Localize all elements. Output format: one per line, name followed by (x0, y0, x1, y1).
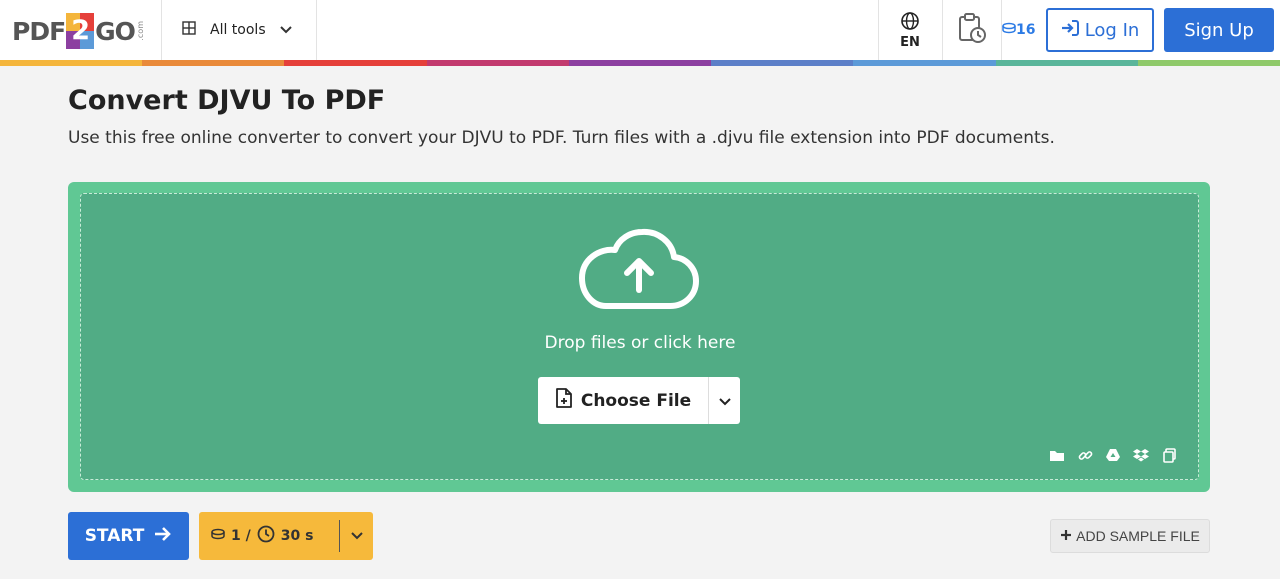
start-button[interactable]: START (68, 512, 189, 560)
clock-icon (257, 525, 275, 547)
cost-time: 30 s (280, 528, 314, 544)
language-selector[interactable]: EN (878, 0, 942, 60)
clipboard-icon[interactable] (1160, 446, 1178, 464)
cloud-upload-icon (576, 228, 702, 314)
choose-file-label: Choose File (580, 390, 692, 411)
language-label: EN (900, 34, 920, 50)
globe-icon (900, 11, 920, 35)
divider (316, 0, 317, 60)
link-icon[interactable] (1076, 446, 1094, 464)
cost-credits: 1 / (231, 528, 251, 544)
logo-text-left: PDF (12, 16, 66, 46)
signup-label: Sign Up (1184, 19, 1254, 41)
conversion-cost: 1 / 30 s (199, 512, 373, 560)
history-button[interactable] (943, 0, 1001, 60)
chevron-down-icon (718, 391, 731, 410)
all-tools-label: All tools (210, 22, 266, 38)
dropbox-icon[interactable] (1132, 446, 1150, 464)
choose-file-button[interactable]: Choose File (538, 377, 708, 424)
color-stripe-segment (711, 60, 854, 66)
folder-icon[interactable] (1048, 446, 1066, 464)
color-stripe-segment (426, 60, 569, 66)
file-add-icon (555, 388, 573, 413)
all-tools-menu[interactable]: All tools (162, 0, 316, 60)
signup-button[interactable]: Sign Up (1164, 8, 1274, 52)
drop-instructions: Drop files or click here (544, 333, 736, 353)
plus-icon (1060, 528, 1072, 544)
color-stripe (0, 60, 1280, 66)
login-label: Log In (1084, 19, 1140, 41)
page-description: Use this free online converter to conver… (68, 128, 1055, 148)
color-stripe-segment (1137, 60, 1280, 66)
color-stripe-segment (995, 60, 1138, 66)
logo-suffix: .com (135, 21, 145, 41)
login-button[interactable]: Log In (1046, 8, 1154, 52)
color-stripe-segment (0, 60, 143, 66)
logo-two-block: 2 (66, 13, 95, 49)
coins-icon (1002, 22, 1016, 38)
color-stripe-segment (568, 60, 712, 66)
choose-file-dropdown[interactable] (709, 377, 740, 424)
page-title: Convert DJVU To PDF (68, 85, 386, 116)
clipboard-clock-icon (957, 12, 987, 48)
start-label: START (84, 526, 145, 546)
color-stripe-segment (284, 60, 427, 66)
pdf2go-logo[interactable]: PDF 2 GO .com (12, 12, 145, 50)
logo-text-right: GO (95, 16, 136, 46)
chevron-down-icon (350, 528, 363, 544)
grid-icon (182, 21, 196, 39)
color-stripe-segment (853, 60, 996, 66)
add-sample-file-button[interactable]: ADD SAMPLE FILE (1050, 519, 1210, 553)
logo-text-middle: 2 (71, 15, 90, 46)
credits-counter[interactable]: 16 (1002, 20, 1035, 40)
coins-icon (211, 528, 225, 544)
cost-options-dropdown[interactable] (340, 512, 373, 560)
cost-info: 1 / 30 s (199, 512, 339, 560)
add-sample-label: ADD SAMPLE FILE (1076, 528, 1200, 544)
google-drive-icon[interactable] (1104, 446, 1122, 464)
top-header: PDF 2 GO .com All tools EN 16 Log In Sig… (0, 0, 1280, 66)
arrow-right-icon (154, 526, 172, 547)
upload-source-icons (1048, 446, 1178, 464)
sign-in-icon (1061, 19, 1079, 41)
color-stripe-segment (142, 60, 285, 66)
choose-file-control: Choose File (538, 377, 740, 424)
credits-count: 16 (1016, 22, 1036, 38)
chevron-down-icon (279, 22, 292, 38)
